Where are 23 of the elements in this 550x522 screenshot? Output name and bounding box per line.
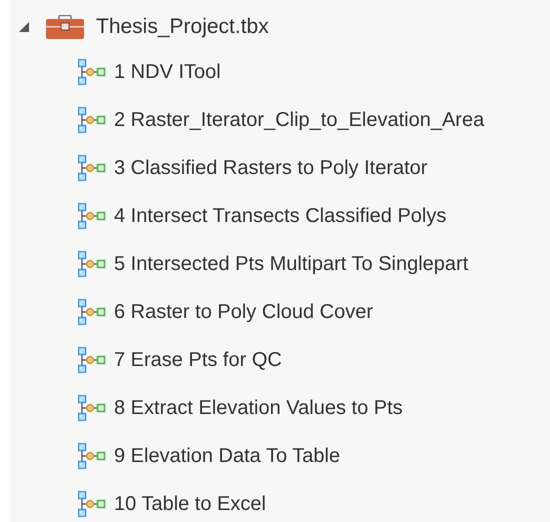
tool-name[interactable]: 8 Extract Elevation Values to Pts (114, 393, 403, 423)
tool-name[interactable]: 9 Elevation Data To Table (114, 441, 340, 471)
toolbox-name[interactable]: Thesis_Project.tbx (96, 11, 269, 43)
model-tool-icon (78, 155, 106, 181)
tool-name[interactable]: 2 Raster_Iterator_Clip_to_Elevation_Area (114, 105, 484, 135)
tool-name[interactable]: 7 Erase Pts for QC (114, 345, 282, 375)
toolbox-icon (46, 15, 84, 39)
tool-name[interactable]: 3 Classified Rasters to Poly Iterator (114, 153, 428, 183)
model-tool-icon (78, 443, 106, 469)
model-tool-icon (78, 395, 106, 421)
tool-name[interactable]: 5 Intersected Pts Multipart To Singlepart (114, 249, 468, 279)
tool-name[interactable]: 10 Table to Excel (114, 489, 266, 519)
model-tool-icon (78, 107, 106, 133)
expanded-triangle-icon[interactable] (18, 21, 30, 33)
model-tool-icon (78, 59, 106, 85)
tool-name[interactable]: 4 Intersect Transects Classified Polys (114, 201, 446, 231)
tool-name[interactable]: 6 Raster to Poly Cloud Cover (114, 297, 374, 327)
model-tool-icon (78, 491, 106, 517)
model-tool-icon (78, 299, 106, 325)
model-tool-icon (78, 347, 106, 373)
model-tool-icon (78, 203, 106, 229)
model-tool-icon (78, 251, 106, 277)
tool-name[interactable]: 1 NDV ITool (114, 57, 221, 87)
